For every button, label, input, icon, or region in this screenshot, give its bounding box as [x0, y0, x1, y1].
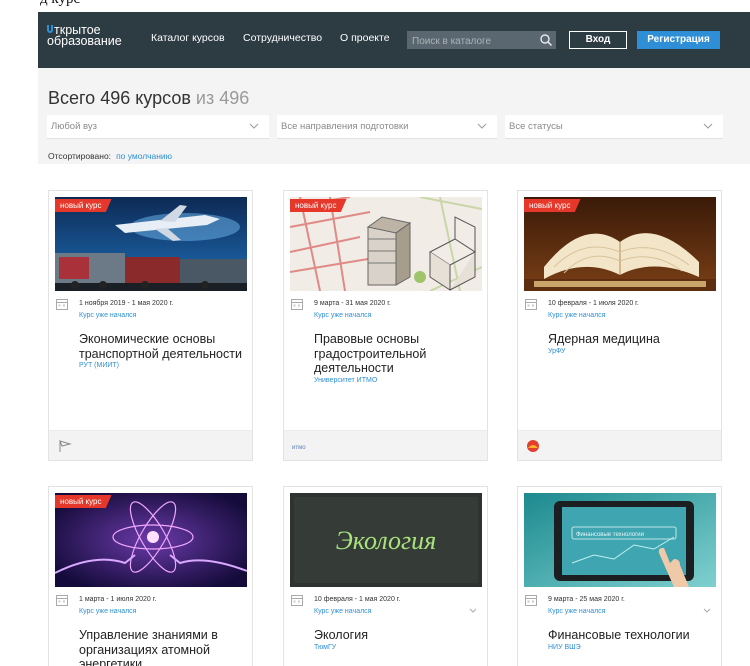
course-title[interactable]: Правовые основы градостроительной деятел…: [314, 332, 486, 385]
nav-link-catalog[interactable]: Каталог курсов: [151, 32, 225, 44]
university-select[interactable]: Любой вуз: [47, 115, 269, 139]
nav-link-partnership[interactable]: Сотрудничество: [243, 32, 322, 44]
fintech-image[interactable]: Финансовые технологии: [524, 493, 716, 587]
svg-text:итмо: итмо: [292, 445, 306, 451]
calendar-icon: [291, 299, 303, 310]
course-card[interactable]: новый курс 1 ноября 2019 - 1 мая 2020 г.…: [48, 190, 253, 461]
card-footer: [49, 430, 252, 460]
calendar-icon: [525, 299, 537, 310]
fintech-image-text: Финансовые технологии: [576, 532, 644, 538]
new-course-badge: новый курс: [524, 199, 581, 212]
ecology-image[interactable]: Экология: [290, 493, 482, 587]
sort-link[interactable]: по умолчанию: [116, 151, 172, 161]
calendar-icon: [291, 595, 303, 606]
calendar-icon: [56, 299, 68, 310]
card-footer: итмо: [284, 430, 487, 460]
course-university[interactable]: Университет ИТМО: [314, 376, 486, 385]
course-status: Курс уже начался: [548, 312, 606, 319]
page-title: Всего 496 курсов из 496: [48, 88, 250, 108]
register-button[interactable]: Регистрация: [637, 31, 720, 49]
new-course-badge: новый курс: [55, 495, 112, 508]
course-university[interactable]: НИУ ВШЭ: [548, 643, 720, 652]
chevron-down-icon: [249, 123, 259, 129]
course-dates: 1 марта - 1 июля 2020 г.: [79, 596, 157, 603]
urfu-logo-icon: [527, 440, 539, 452]
course-title[interactable]: Экономические основы транспортной деятел…: [79, 332, 251, 370]
course-university[interactable]: ТюмГУ: [314, 643, 486, 652]
calendar-icon: [525, 595, 537, 606]
course-status: Курс уже начался: [314, 312, 372, 319]
chevron-down-icon[interactable]: [469, 608, 477, 614]
course-university[interactable]: УрФУ: [548, 347, 720, 356]
calendar-icon: [56, 595, 68, 606]
course-status: Курс уже начался: [79, 608, 137, 615]
status-select[interactable]: Все статусы: [505, 115, 723, 139]
logo-mark-icon: [47, 25, 53, 33]
course-title[interactable]: Финансовые технологии НИУ ВШЭ: [548, 628, 720, 652]
new-course-badge: новый курс: [55, 199, 112, 212]
course-dates: 9 марта - 25 мая 2020 г.: [548, 596, 625, 603]
course-card[interactable]: Финансовые технологии 9 марта - 25 мая 2…: [517, 486, 722, 666]
course-card[interactable]: Экология 10 февраля - 1 мая 2020 г. Курс…: [283, 486, 488, 666]
search-box: [407, 31, 556, 51]
course-dates: 9 марта - 31 мая 2020 г.: [314, 300, 391, 307]
sort-info: Отсортировано: по умолчанию: [48, 151, 173, 161]
site-logo[interactable]: ткрытое образование: [47, 24, 122, 48]
direction-select[interactable]: Все направления подготовки: [277, 115, 497, 139]
course-dates: 10 февраля - 1 мая 2020 г.: [314, 596, 401, 603]
course-status: Курс уже начался: [79, 312, 137, 319]
course-title[interactable]: Управление знаниями в организациях атомн…: [79, 628, 251, 666]
course-card[interactable]: новый курс 10 февраля - 1 июля 2020 г. К…: [517, 190, 722, 461]
itmo-logo-icon: итмо: [292, 445, 306, 451]
course-dates: 10 февраля - 1 июля 2020 г.: [548, 300, 639, 307]
login-button[interactable]: Вход: [569, 31, 627, 49]
chevron-down-icon[interactable]: [703, 608, 711, 614]
chevron-down-icon: [703, 123, 713, 129]
rut-logo-icon: [59, 440, 72, 452]
site-header: ткрытое образование Каталог курсов Сотру…: [38, 12, 750, 68]
ecology-image-text: Экология: [336, 526, 436, 555]
card-footer: [518, 430, 721, 460]
course-title[interactable]: Ядерная медицина УрФУ: [548, 332, 720, 356]
course-card[interactable]: новый курс 9 марта - 31 мая 2020 г. Курс…: [283, 190, 488, 461]
course-status: Курс уже начался: [314, 608, 372, 615]
course-status: Курс уже начался: [548, 608, 606, 615]
course-title[interactable]: Экология ТюмГУ: [314, 628, 486, 652]
chevron-down-icon: [477, 123, 487, 129]
page-top-fragment: д курс: [40, 0, 80, 8]
logo-text-line2: образование: [47, 34, 122, 48]
course-card[interactable]: новый курс 1 марта - 1 июля 2020 г. Курс…: [48, 486, 253, 666]
new-course-badge: новый курс: [290, 199, 347, 212]
search-input[interactable]: [407, 32, 537, 51]
nav-link-about[interactable]: О проекте: [340, 32, 390, 44]
course-university[interactable]: РУТ (МИИТ): [79, 361, 251, 370]
course-dates: 1 ноября 2019 - 1 мая 2020 г.: [79, 300, 174, 307]
search-icon[interactable]: [539, 33, 553, 47]
